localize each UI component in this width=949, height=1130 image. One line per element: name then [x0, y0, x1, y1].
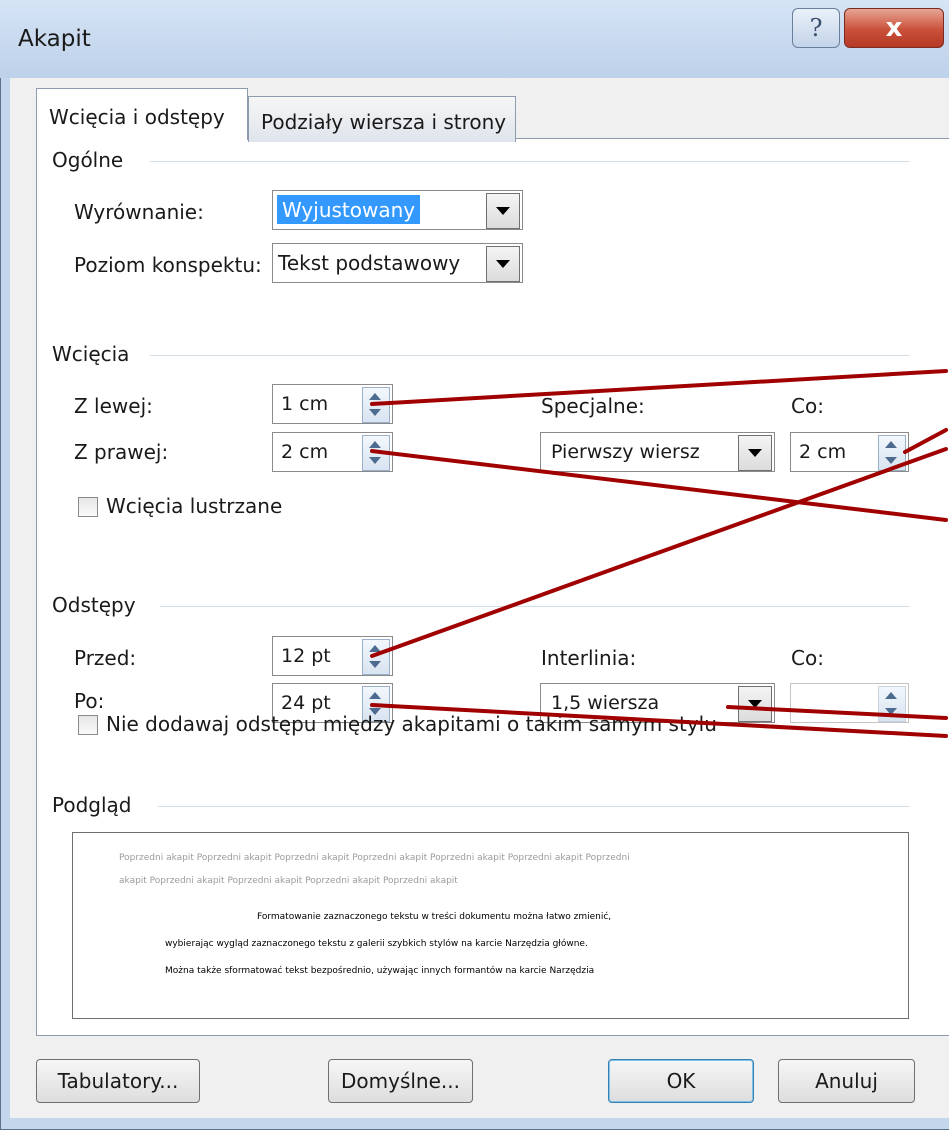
- outline-level-label: Poziom konspektu:: [74, 253, 262, 277]
- left-indent-label: Z lewej:: [74, 394, 153, 418]
- chevron-down-icon[interactable]: [738, 435, 772, 471]
- special-by-spinner[interactable]: 2 cm: [790, 432, 909, 472]
- preview-body-line-1: Formatowanie zaznaczonego tekstu w treśc…: [257, 912, 612, 922]
- right-indent-value: 2 cm: [281, 441, 329, 463]
- left-indent-value: 1 cm: [281, 393, 329, 415]
- cancel-button[interactable]: Anuluj: [778, 1059, 915, 1103]
- spin-arrows-icon[interactable]: [362, 387, 390, 423]
- paragraph-preview: Poprzedni akapit Poprzedni akapit Poprze…: [72, 832, 909, 1019]
- general-heading: Ogólne: [52, 148, 134, 172]
- spin-arrows-icon[interactable]: [878, 435, 906, 471]
- preview-body-line-2: wybierając wygląd zaznaczonego tekstu z …: [165, 939, 588, 949]
- mirror-indents-checkbox[interactable]: [78, 497, 98, 517]
- chevron-down-icon[interactable]: [486, 246, 520, 282]
- tab-line-page-breaks[interactable]: Podziały wiersza i strony: [248, 96, 516, 142]
- spacing-heading: Odstępy: [52, 593, 146, 617]
- special-indent-label: Specjalne:: [541, 394, 645, 418]
- spacing-divider: [160, 606, 910, 607]
- spin-arrows-icon[interactable]: [362, 639, 390, 675]
- alignment-label: Wyrównanie:: [74, 200, 204, 224]
- no-space-same-style-label: Nie dodawaj odstępu między akapitami o t…: [106, 712, 717, 736]
- ok-button[interactable]: OK: [608, 1059, 754, 1103]
- line-spacing-label: Interlinia:: [541, 646, 637, 670]
- line-spacing-at-label: Co:: [791, 646, 824, 670]
- spin-arrows-icon[interactable]: [362, 435, 390, 471]
- preview-previous-line-1: Poprzedni akapit Poprzedni akapit Poprze…: [119, 853, 630, 863]
- preview-previous-line-2: akapit Poprzedni akapit Poprzedni akapit…: [119, 876, 458, 886]
- outline-level-select[interactable]: Tekst podstawowy: [272, 243, 523, 283]
- alignment-select[interactable]: Wyjustowany: [272, 190, 523, 230]
- special-by-label: Co:: [791, 394, 824, 418]
- line-spacing-at-spinner[interactable]: [790, 683, 909, 723]
- alignment-value: Wyjustowany: [277, 195, 421, 224]
- special-by-value: 2 cm: [799, 441, 847, 463]
- space-before-spinner[interactable]: 12 pt: [272, 636, 393, 676]
- no-space-same-style-checkbox[interactable]: [78, 715, 98, 735]
- space-after-value: 24 pt: [281, 692, 331, 714]
- spin-arrows-icon[interactable]: [878, 686, 906, 722]
- special-indent-select[interactable]: Pierwszy wiersz: [540, 432, 775, 472]
- left-indent-spinner[interactable]: 1 cm: [272, 384, 393, 424]
- indents-heading: Wcięcia: [52, 342, 140, 366]
- line-spacing-value: 1,5 wiersza: [551, 692, 660, 714]
- preview-heading: Podgląd: [52, 793, 142, 817]
- mirror-indents-label: Wcięcia lustrzane: [106, 494, 283, 518]
- general-divider: [150, 161, 910, 162]
- set-default-button[interactable]: Domyślne...: [328, 1059, 473, 1103]
- help-button[interactable]: ?: [792, 8, 840, 48]
- tabs-button[interactable]: Tabulatory...: [36, 1059, 200, 1103]
- title-bar[interactable]: Akapit ? x: [0, 0, 949, 78]
- outline-level-value: Tekst podstawowy: [278, 251, 461, 275]
- indents-divider: [150, 355, 910, 356]
- right-indent-label: Z prawej:: [74, 440, 169, 464]
- chevron-down-icon[interactable]: [486, 193, 520, 229]
- space-before-label: Przed:: [74, 646, 137, 670]
- special-indent-value: Pierwszy wiersz: [551, 441, 700, 463]
- dialog-title: Akapit: [18, 26, 91, 52]
- preview-body-line-3: Można także sformatować tekst bezpośredn…: [165, 966, 595, 976]
- right-indent-spinner[interactable]: 2 cm: [272, 432, 393, 472]
- close-button[interactable]: x: [844, 8, 944, 48]
- chevron-down-icon[interactable]: [738, 686, 772, 722]
- tab-indents-spacing[interactable]: Wcięcia i odstępy: [36, 88, 248, 140]
- preview-divider: [158, 806, 910, 807]
- space-after-label: Po:: [74, 689, 105, 713]
- space-before-value: 12 pt: [281, 645, 331, 667]
